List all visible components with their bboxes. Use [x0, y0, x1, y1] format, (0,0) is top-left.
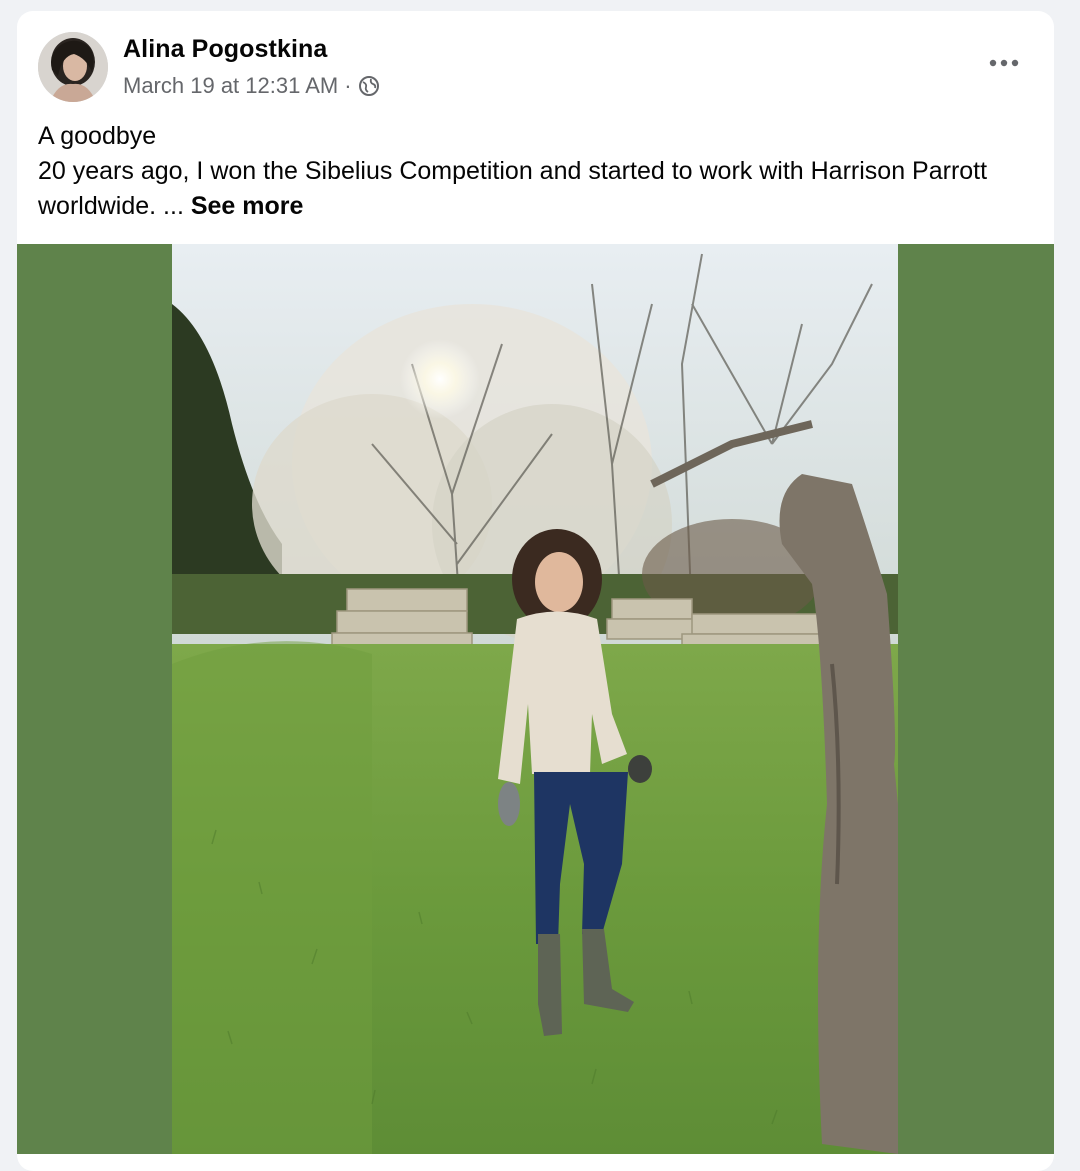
more-options-icon[interactable] — [984, 51, 1024, 75]
post-timestamp[interactable]: March 19 at 12:31 AM — [123, 73, 338, 99]
post-meta: March 19 at 12:31 AM · — [123, 73, 380, 99]
post-body: A goodbye 20 years ago, I won the Sibeli… — [38, 119, 1028, 224]
see-more-link[interactable]: See more — [191, 192, 304, 220]
post-header: Alina Pogostkina March 19 at 12:31 AM · — [17, 11, 1054, 121]
author-name[interactable]: Alina Pogostkina — [123, 35, 327, 64]
globe-icon[interactable] — [358, 75, 380, 97]
avatar-image — [38, 32, 108, 102]
meta-separator: · — [344, 73, 352, 98]
post-card: Alina Pogostkina March 19 at 12:31 AM · … — [17, 11, 1054, 1171]
post-text-line-2: 20 years ago, I won the Sibelius Competi… — [38, 154, 1028, 224]
post-photo[interactable] — [172, 244, 898, 1154]
post-media[interactable] — [17, 244, 1054, 1154]
post-text-line-1: A goodbye — [38, 122, 157, 150]
post-text-ellipsis: ... — [156, 192, 191, 220]
author-avatar[interactable] — [38, 32, 108, 102]
